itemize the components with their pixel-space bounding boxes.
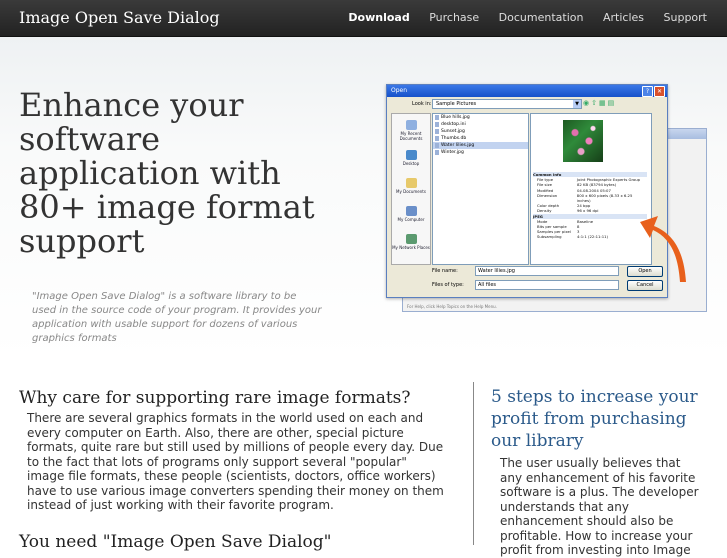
look-in-label: Look in: [412, 101, 432, 107]
nav-support[interactable]: Support [664, 11, 707, 24]
nav-documentation[interactable]: Documentation [499, 11, 584, 24]
list-item: Thumbs.db [433, 135, 528, 142]
section-rare-formats-body: There are several graphics formats in th… [27, 411, 444, 512]
sidebar-article-link[interactable]: 5 steps to increase your profit from pur… [491, 386, 711, 452]
file-name-label: File name: [432, 268, 458, 274]
section-rare-formats-title: Why care for supporting rare image forma… [19, 388, 411, 408]
nav-download[interactable]: Download [348, 11, 409, 24]
nav-articles[interactable]: Articles [603, 11, 644, 24]
preview-pane: Common Info File type Joint Photographic … [530, 113, 652, 265]
place-desktop: Desktop [392, 150, 430, 166]
desktop-icon [405, 150, 417, 160]
preview-image-water-lilies [563, 120, 603, 162]
nav-purchase[interactable]: Purchase [429, 11, 479, 24]
dialog-toolbar-icons: ◉⇧▦▤ [583, 99, 617, 107]
file-name-field: Water lilies.jpg [475, 266, 619, 276]
place-network: My Network Places [392, 234, 430, 250]
look-in-value: Sample Pictures [436, 101, 477, 107]
list-item: Winter.jpg [433, 149, 528, 156]
close-icon: ✕ [654, 86, 665, 97]
file-type-label: Files of type: [432, 282, 464, 288]
my-computer-icon [405, 206, 417, 216]
places-bar: My Recent Documents Desktop My Documents… [391, 113, 431, 265]
open-dialog-screenshot: Open ? ✕ Look in: Sample Pictures ▼ ◉⇧▦▤ … [386, 84, 668, 298]
dialog-titlebar: Open ? ✕ [387, 85, 667, 97]
help-icon: ? [642, 86, 653, 97]
section-you-need-title: You need "Image Open Save Dialog" [19, 532, 332, 552]
background-window-status: For Help, click Help Topics on the Help … [407, 304, 497, 309]
file-type-select: All files [475, 280, 619, 290]
place-my-computer: My Computer [392, 206, 430, 222]
column-divider [473, 382, 474, 545]
top-bar: Image Open Save Dialog Download Purchase… [0, 0, 727, 37]
image-info-table: Common Info File type Joint Photographic … [533, 172, 647, 240]
orange-arrow-icon [640, 216, 686, 282]
info-row: Subsampling 4:1:1 (22:11:11) [537, 234, 609, 240]
site-logo-text[interactable]: Image Open Save Dialog [19, 8, 220, 27]
hero-intro: "Image Open Save Dialog" is a software l… [32, 291, 322, 344]
file-list: Blue hills.jpg desktop.ini Sunset.jpg Th… [432, 113, 529, 265]
dialog-window-buttons: ? ✕ [641, 86, 665, 98]
sidebar-article-body: The user usually believes that any enhan… [500, 456, 699, 557]
info-row: Dimension 800 x 600 pixels (8.33 x 6.25 i… [537, 192, 633, 204]
hero-headline: Enhance your software application with 8… [19, 86, 315, 260]
recent-documents-icon [405, 120, 417, 130]
list-item: Sunset.jpg [433, 128, 528, 135]
main-nav: Download Purchase Documentation Articles… [332, 11, 707, 24]
place-recent: My Recent Documents [392, 120, 430, 141]
list-item: Blue hills.jpg [433, 114, 528, 121]
list-item-selected: Water lilies.jpg [433, 142, 528, 149]
chevron-down-icon: ▼ [573, 100, 581, 108]
look-in-combo: Sample Pictures ▼ [432, 99, 582, 109]
place-my-documents: My Documents [392, 178, 430, 194]
network-places-icon [405, 234, 417, 244]
list-item: desktop.ini [433, 121, 528, 128]
dialog-title: Open [391, 87, 408, 94]
my-documents-icon [405, 178, 417, 188]
